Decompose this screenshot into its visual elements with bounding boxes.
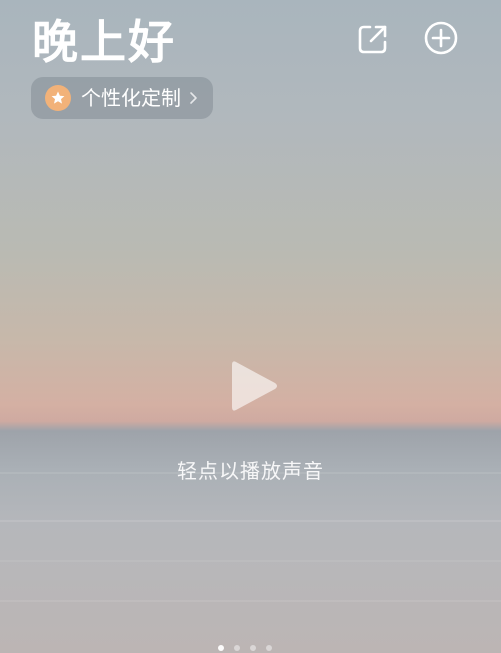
greeting-title: 晚上好: [32, 15, 176, 69]
page-indicator[interactable]: [218, 645, 272, 651]
add-button[interactable]: [423, 20, 459, 56]
page-dot[interactable]: [218, 645, 224, 651]
play-icon: [232, 361, 277, 411]
customize-button[interactable]: 个性化定制: [31, 77, 213, 119]
star-badge: [45, 85, 71, 111]
share-button[interactable]: [356, 22, 390, 56]
share-icon: [358, 25, 387, 54]
chevron-right-icon: [190, 92, 197, 104]
tap-to-play-hint: 轻点以播放声音: [177, 459, 324, 483]
wave-line: [0, 560, 501, 562]
customize-label: 个性化定制: [81, 86, 181, 110]
star-icon: [51, 91, 65, 104]
plus-circle-icon: [424, 21, 458, 55]
wave-line: [0, 520, 501, 522]
page-dot[interactable]: [234, 645, 240, 651]
wave-line: [0, 600, 501, 602]
page-dot[interactable]: [250, 645, 256, 651]
page-dot[interactable]: [266, 645, 272, 651]
play-button[interactable]: [226, 356, 282, 416]
screen: 晚上好 个性化定制 轻点以播放声音: [0, 0, 501, 653]
